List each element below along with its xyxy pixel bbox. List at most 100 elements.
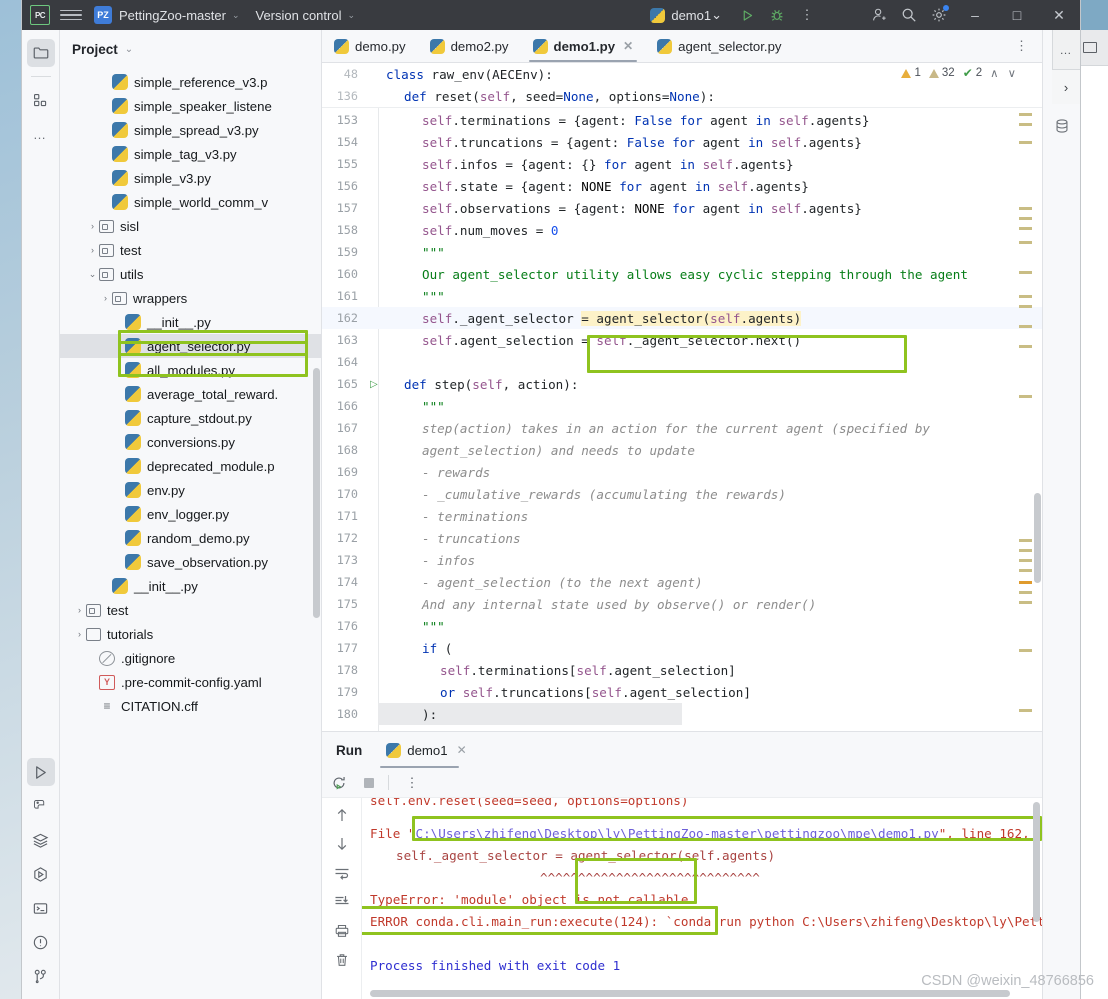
tree-item-all-modules-py[interactable]: all_modules.py <box>60 358 321 382</box>
error-stripe-mark[interactable] <box>1019 539 1032 542</box>
code-line-178[interactable]: 178 self.terminations[self.agent_selectio… <box>322 659 1042 681</box>
code-line-166[interactable]: 166 """ <box>322 395 1042 417</box>
code-line-174[interactable]: 174 - agent_selection (to the next agent) <box>322 571 1042 593</box>
code-line-158[interactable]: 158 self.num_moves = 0 <box>322 219 1042 241</box>
tree-item-tutorials[interactable]: › tutorials <box>60 622 321 646</box>
main-menu-button[interactable] <box>60 9 82 21</box>
project-selector[interactable]: PZ PettingZoo-master ⌄ <box>94 6 239 24</box>
problems-icon[interactable] <box>27 928 55 956</box>
code-line-170[interactable]: 170 - _cumulative_rewards (accumulating t… <box>322 483 1042 505</box>
console-vertical-scrollbar[interactable] <box>1033 802 1040 922</box>
tree-item-capture-stdout-py[interactable]: capture_stdout.py <box>60 406 321 430</box>
database-icon[interactable] <box>1048 112 1076 140</box>
code-line-169[interactable]: 169 - rewards <box>322 461 1042 483</box>
minimize-button[interactable]: – <box>954 0 996 30</box>
error-stripe-mark[interactable] <box>1019 141 1032 144</box>
prev-problem-icon[interactable]: ∧ <box>990 66 998 80</box>
tree-item-simple-speaker-listene[interactable]: simple_speaker_listene <box>60 94 321 118</box>
tree-item-wrappers[interactable]: › wrappers <box>60 286 321 310</box>
background-popup-more-icon[interactable]: … <box>1052 30 1080 70</box>
code-line-157[interactable]: 157 self.observations = {agent: NONE for … <box>322 197 1042 219</box>
tree-item--pre-commit-config-yaml[interactable]: Y .pre-commit-config.yaml <box>60 670 321 694</box>
settings-gear-icon[interactable] <box>926 2 952 28</box>
next-occurrence-icon[interactable] <box>332 835 352 853</box>
tree-item--gitignore[interactable]: .gitignore <box>60 646 321 670</box>
structure-tool-window-icon[interactable] <box>27 86 55 114</box>
editor-tab-bar[interactable]: demo.py demo2.py demo1.py ✕ agent_selector.p… <box>322 30 1042 63</box>
error-stripe-mark[interactable] <box>1019 709 1032 712</box>
search-icon[interactable] <box>896 2 922 28</box>
code-line-156[interactable]: 156 self.state = {agent: NONE for agent i… <box>322 175 1042 197</box>
console-output[interactable]: self.env.reset(seed=seed, options=option… <box>362 798 1042 999</box>
tree-item-random-demo-py[interactable]: random_demo.py <box>60 526 321 550</box>
tree-item--init-py[interactable]: __init__.py <box>60 574 321 598</box>
tree-item-simple-spread-v3-py[interactable]: simple_spread_v3.py <box>60 118 321 142</box>
project-tree-scrollbar[interactable] <box>313 368 320 618</box>
next-problem-icon[interactable]: ∨ <box>1008 66 1016 80</box>
code-line-167[interactable]: 167 step(action) takes in an action for t… <box>322 417 1042 439</box>
error-stripe-mark[interactable] <box>1019 113 1032 116</box>
project-tool-window-icon[interactable] <box>26 39 55 67</box>
tree-item-agent-selector-py[interactable]: agent_selector.py <box>60 334 321 358</box>
tree-item-sisl[interactable]: › sisl <box>60 214 321 238</box>
error-stripe-mark[interactable] <box>1019 649 1032 652</box>
more-run-options-icon[interactable]: ⋮ <box>399 771 425 795</box>
tree-item-env-py[interactable]: env.py <box>60 478 321 502</box>
print-icon[interactable] <box>332 922 352 940</box>
error-stripe-mark[interactable] <box>1019 581 1032 584</box>
error-stripe-mark[interactable] <box>1019 241 1032 244</box>
tree-item-simple-tag-v3-py[interactable]: simple_tag_v3.py <box>60 142 321 166</box>
scroll-to-end-icon[interactable] <box>332 893 352 911</box>
editor-tab-demo-py[interactable]: demo.py <box>322 30 418 62</box>
error-stripe-mark[interactable] <box>1019 345 1032 348</box>
code-line-180[interactable]: 180): <box>322 703 1042 725</box>
file-path-link[interactable]: C:\Users\zhifeng\Desktop\ly\PettingZoo-m… <box>416 826 939 841</box>
code-line-160[interactable]: 160 Our agent_selector utility allows eas… <box>322 263 1042 285</box>
code-line-164[interactable]: 164 <box>322 351 1042 373</box>
run-tab-demo1[interactable]: demo1 ✕ <box>380 732 472 768</box>
tree-item-citation-cff[interactable]: ≡ CITATION.cff <box>60 694 321 718</box>
code-line-171[interactable]: 171 - terminations <box>322 505 1042 527</box>
run-gutter-icon[interactable]: ▷ <box>370 379 378 390</box>
close-button[interactable]: ✕ <box>1038 0 1080 30</box>
code-scroll-area[interactable]: 153 self.terminations = {agent: False for… <box>322 109 1042 731</box>
git-icon[interactable] <box>27 962 55 990</box>
python-console-icon[interactable] <box>27 792 55 820</box>
tree-item-simple-reference-v3-p[interactable]: simple_reference_v3.p <box>60 70 321 94</box>
soft-wrap-icon[interactable] <box>332 864 352 882</box>
editor-tab-agent-selector-py[interactable]: agent_selector.py <box>645 30 793 62</box>
chevron-right-icon[interactable]: › <box>73 605 86 615</box>
error-stripe-mark[interactable] <box>1019 271 1032 274</box>
code-editor[interactable]: 1 32 ✔ 2 ∧ ∨ 48 class raw_env(AECEnv): 136 d… <box>322 63 1042 731</box>
code-line-163[interactable]: 163 self.agent_selection = self._agent_se… <box>322 329 1042 351</box>
tree-item-test[interactable]: › test <box>60 598 321 622</box>
chevron-right-icon[interactable]: › <box>99 293 112 303</box>
error-stripe-mark[interactable] <box>1019 569 1032 572</box>
tree-item-conversions-py[interactable]: conversions.py <box>60 430 321 454</box>
clear-all-icon[interactable] <box>332 951 352 969</box>
stop-icon[interactable] <box>356 771 382 795</box>
debug-button[interactable] <box>764 2 790 28</box>
close-icon[interactable]: ✕ <box>457 743 467 757</box>
editor-vertical-scrollbar[interactable] <box>1034 493 1041 583</box>
error-stripe-mark[interactable] <box>1019 395 1032 398</box>
inspection-widget[interactable]: 1 32 ✔ 2 ∧ ∨ <box>901 66 1016 80</box>
code-line-154[interactable]: 154 self.truncations = {agent: False for … <box>322 131 1042 153</box>
add-user-icon[interactable] <box>866 2 892 28</box>
code-line-173[interactable]: 173 - infos <box>322 549 1042 571</box>
tree-item-test[interactable]: › test <box>60 238 321 262</box>
error-stripe-mark[interactable] <box>1019 559 1032 562</box>
tree-item-env-logger-py[interactable]: env_logger.py <box>60 502 321 526</box>
more-run-actions-button[interactable]: ⋮ <box>794 2 820 28</box>
code-line-155[interactable]: 155 self.infos = {agent: {} for agent in … <box>322 153 1042 175</box>
code-line-179[interactable]: 179 or self.truncations[self.agent_select… <box>322 681 1042 703</box>
error-stripe-mark[interactable] <box>1019 123 1032 126</box>
code-line-176[interactable]: 176 """ <box>322 615 1042 637</box>
console-horizontal-scrollbar[interactable] <box>370 990 1010 997</box>
code-line-172[interactable]: 172 - truncations <box>322 527 1042 549</box>
tree-item-simple-world-comm-v[interactable]: simple_world_comm_v <box>60 190 321 214</box>
tree-item--init-py[interactable]: __init__.py <box>60 310 321 334</box>
editor-tab-demo1-py[interactable]: demo1.py ✕ <box>521 30 646 62</box>
run-button[interactable] <box>734 2 760 28</box>
error-stripe-mark[interactable] <box>1019 305 1032 308</box>
